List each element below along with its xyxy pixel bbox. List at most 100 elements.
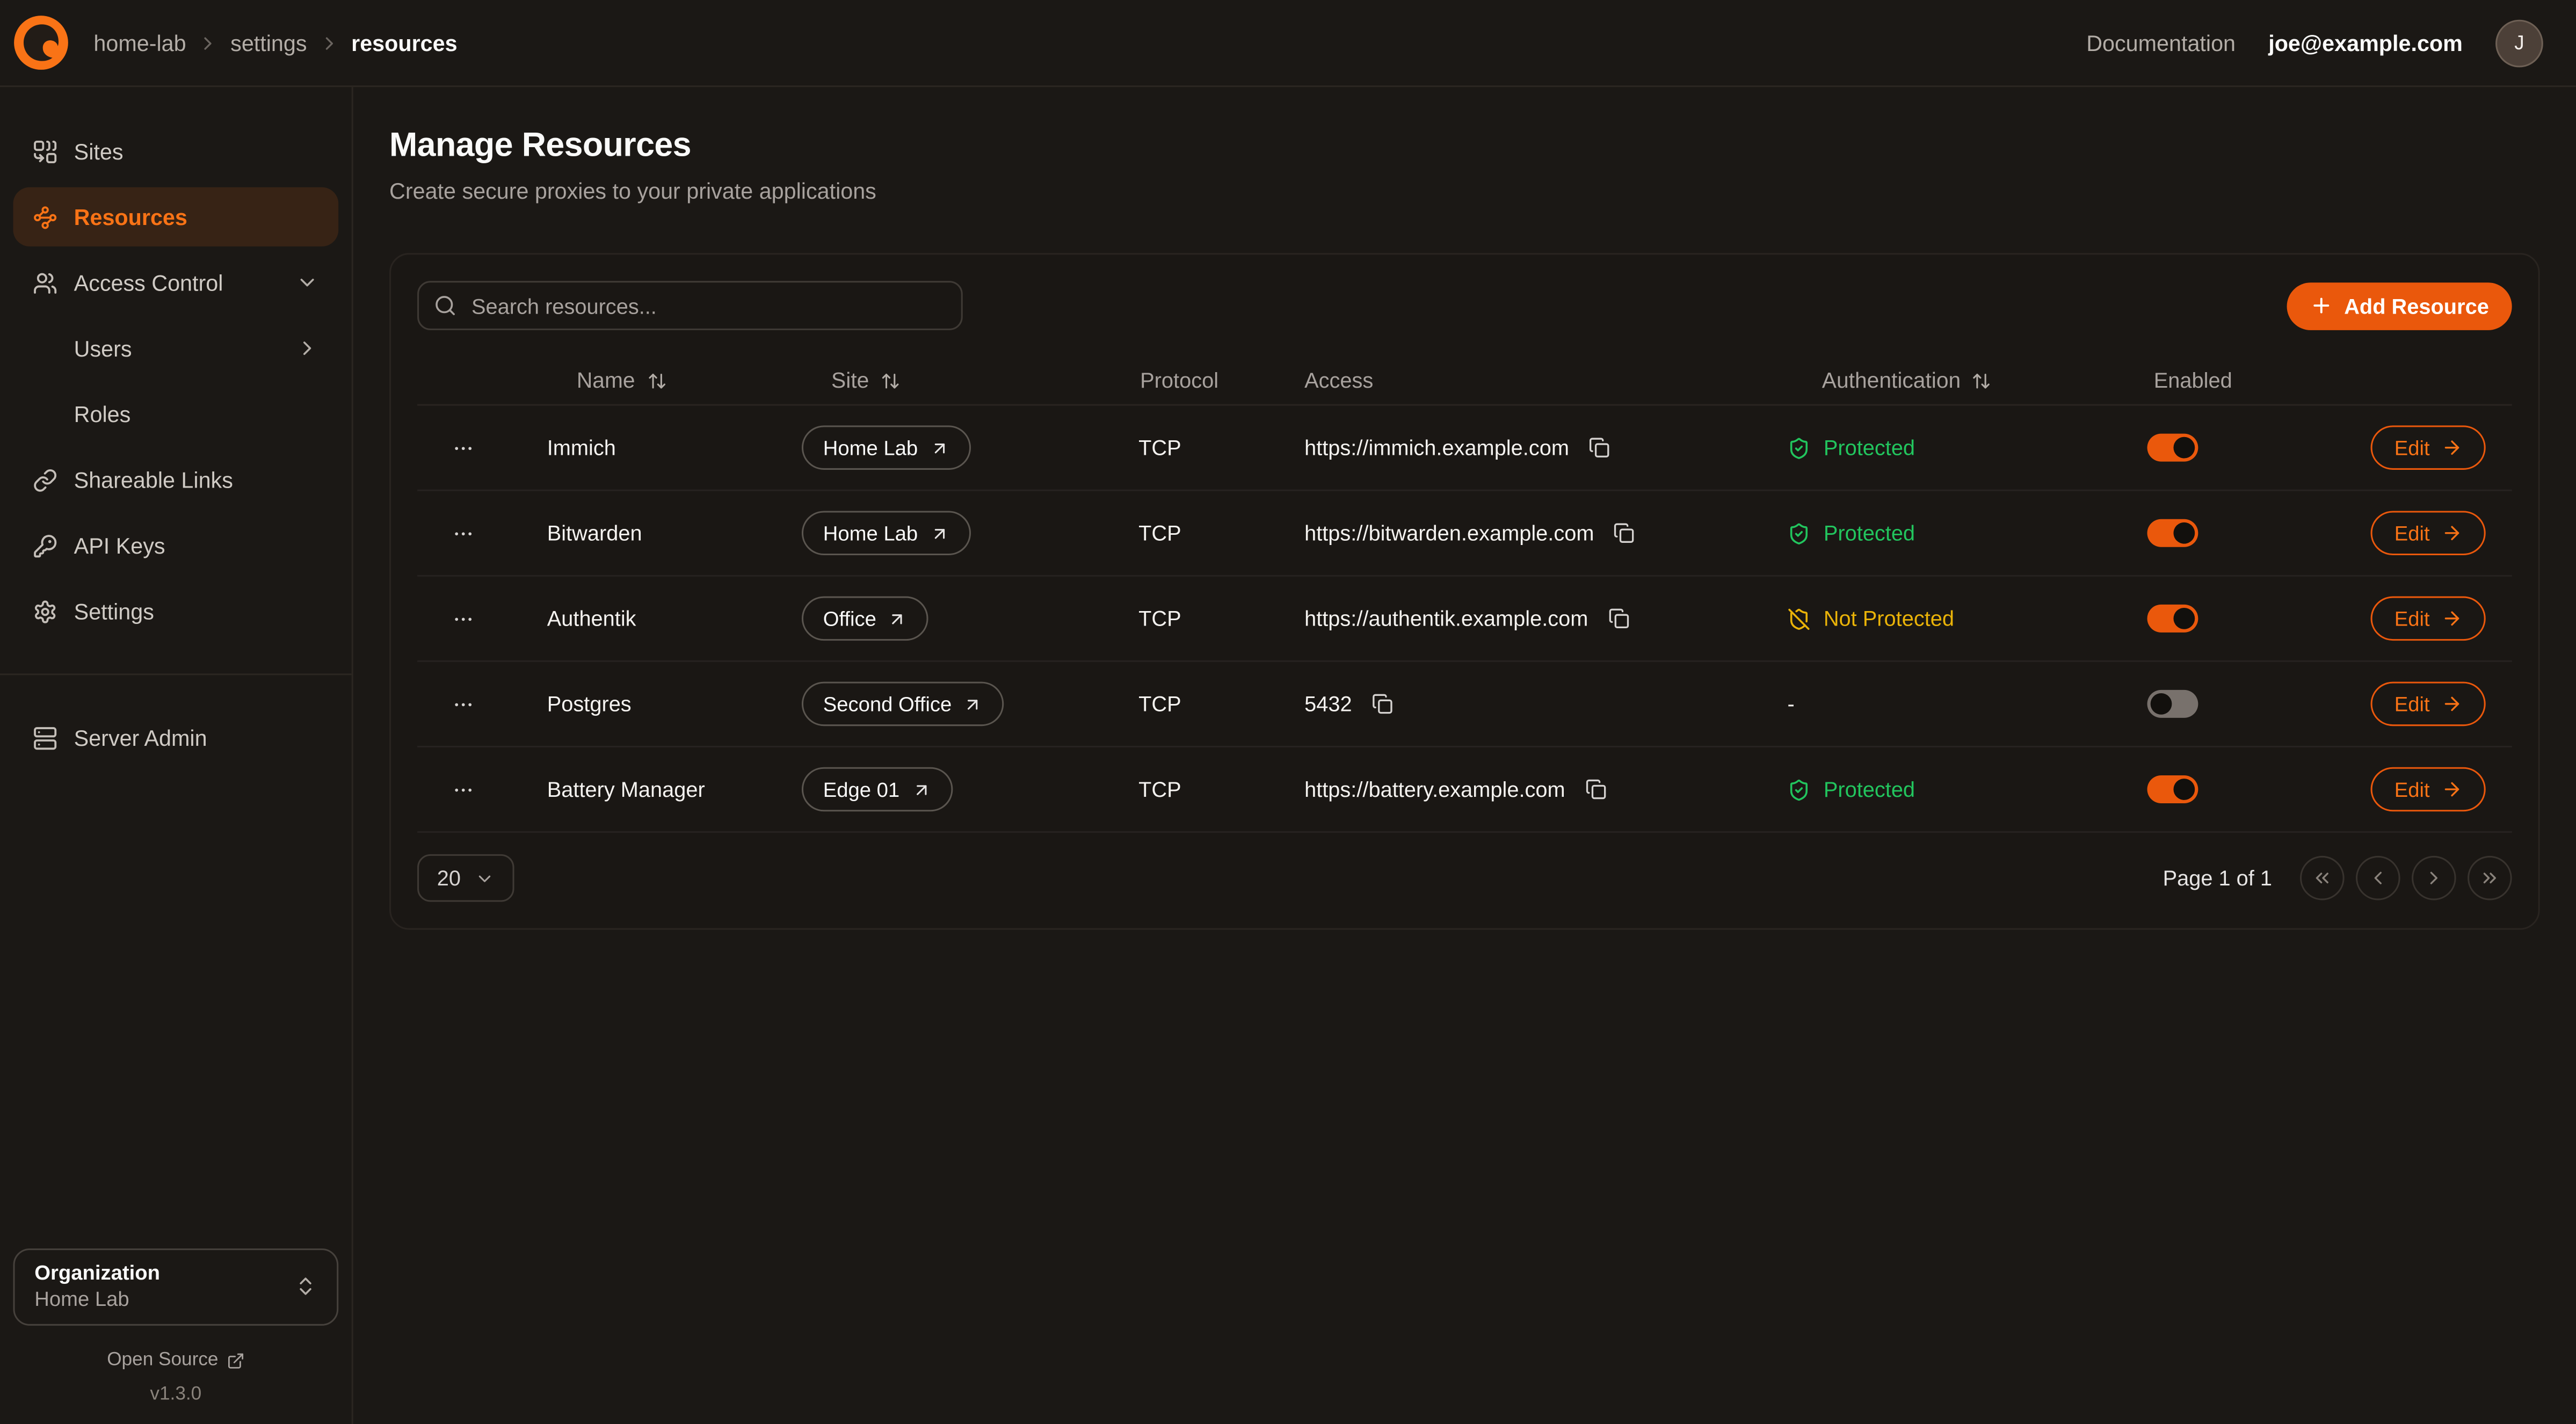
copy-button[interactable] [1581,775,1609,803]
sidebar-item-label: Users [74,336,132,361]
arrow-up-right-icon [963,694,983,714]
sidebar-item-sites[interactable]: Sites [13,121,338,180]
edit-button[interactable]: Edit [2371,425,2486,470]
arrow-right-icon [2441,779,2463,800]
column-header-site[interactable]: Site [795,368,1134,393]
next-page-button[interactable] [2412,856,2456,900]
edit-button[interactable]: Edit [2371,511,2486,555]
search-input[interactable] [417,281,963,330]
link-icon [33,467,57,492]
pangolin-logo-icon[interactable] [13,15,69,71]
search-box [417,281,963,330]
enabled-toggle[interactable] [2147,690,2198,718]
combine-icon [33,139,57,164]
copy-icon [1585,779,1606,800]
access-url: https://immich.example.com [1304,435,1569,460]
edit-button[interactable]: Edit [2371,597,2486,641]
row-menu-button[interactable] [445,515,481,551]
pagination: 20 Page 1 of 1 [417,854,2512,902]
enabled-toggle[interactable] [2147,434,2198,462]
table-row: Postgres Second Office TCP 5432 - [417,662,2512,747]
edit-button[interactable]: Edit [2371,682,2486,726]
copy-button[interactable] [1586,434,1614,462]
sidebar-item-api-keys[interactable]: API Keys [13,516,338,575]
site-link[interactable]: Office [802,597,929,641]
copy-icon [1372,693,1393,715]
top-bar: home-lab settings resources Documentatio… [0,0,2576,87]
arrow-right-icon [2441,437,2463,459]
chevron-down-icon [476,868,496,888]
resource-name: Immich [547,435,616,460]
toggle-knob [2151,693,2172,715]
row-menu-button[interactable] [445,430,481,466]
site-link[interactable]: Home Lab [802,425,970,470]
row-menu-button[interactable] [445,600,481,636]
add-resource-button[interactable]: Add Resource [2287,282,2512,330]
site-link[interactable]: Home Lab [802,511,970,555]
chevron-right-icon [2423,867,2444,889]
sidebar-item-settings[interactable]: Settings [13,582,338,641]
sidebar-item-users[interactable]: Users [13,319,338,378]
enabled-toggle[interactable] [2147,519,2198,547]
status-badge: Protected [1788,777,1915,802]
edit-button[interactable]: Edit [2371,767,2486,812]
organization-selector[interactable]: Organization Home Lab [13,1248,338,1326]
status-badge: - [1788,692,1795,716]
organization-label: Organization [34,1262,160,1285]
sidebar-item-roles[interactable]: Roles [13,384,338,444]
arrow-up-right-icon [888,608,908,628]
open-source-link[interactable]: Open Source [13,1350,338,1370]
ellipsis-icon [452,607,475,630]
chevrons-up-down-icon [294,1275,317,1298]
add-resource-label: Add Resource [2344,293,2489,318]
organization-value: Home Lab [34,1288,160,1311]
breadcrumb: home-lab settings resources [93,31,457,55]
previous-page-button[interactable] [2356,856,2400,900]
sidebar-item-shareable-links[interactable]: Shareable Links [13,450,338,509]
enabled-toggle[interactable] [2147,775,2198,803]
avatar[interactable]: J [2495,19,2543,67]
page-title: Manage Resources [389,127,2540,166]
user-email-button[interactable]: joe@example.com [2268,31,2463,55]
page-size-select[interactable]: 20 [417,854,515,902]
documentation-link[interactable]: Documentation [2086,31,2236,55]
ellipsis-icon [452,436,475,459]
sort-icon [647,370,666,390]
shield-off-icon [1788,607,1811,630]
first-page-button[interactable] [2300,856,2345,900]
sort-icon [881,370,901,390]
copy-icon [1589,437,1610,459]
resource-name: Postgres [547,692,632,716]
column-header-name[interactable]: Name [509,368,795,393]
breadcrumb-org[interactable]: home-lab [93,31,186,55]
last-page-button[interactable] [2468,856,2512,900]
ellipsis-icon [452,778,475,801]
column-header-enabled: Enabled [2140,368,2372,393]
key-icon [33,533,57,558]
protocol-value: TCP [1138,777,1181,802]
sidebar-item-access-control[interactable]: Access Control [13,253,338,312]
copy-button[interactable] [1368,690,1396,718]
copy-button[interactable] [1605,605,1632,633]
toggle-knob [2173,437,2195,459]
table-row: Authentik Office TCP https://authentik.e… [417,577,2512,662]
site-link[interactable]: Second Office [802,682,1004,726]
copy-icon [1608,608,1629,629]
table-row: Immich Home Lab TCP https://immich.examp… [417,406,2512,491]
status-badge: Protected [1788,521,1915,546]
avatar-initial: J [2514,31,2524,54]
protocol-value: TCP [1138,521,1181,546]
sidebar-item-resources[interactable]: Resources [13,187,338,246]
copy-button[interactable] [1610,519,1638,547]
column-header-protocol: Protocol [1134,368,1298,393]
column-header-authentication[interactable]: Authentication [1781,368,2140,393]
enabled-toggle[interactable] [2147,605,2198,633]
site-link[interactable]: Edge 01 [802,767,952,812]
breadcrumb-settings[interactable]: settings [230,31,307,55]
row-menu-button[interactable] [445,686,481,722]
table-row: Bitwarden Home Lab TCP https://bitwarden… [417,491,2512,577]
sort-icon [1972,370,1992,390]
row-menu-button[interactable] [445,771,481,807]
sidebar-item-label: Shareable Links [74,467,233,492]
sidebar-item-server-admin[interactable]: Server Admin [13,708,338,767]
